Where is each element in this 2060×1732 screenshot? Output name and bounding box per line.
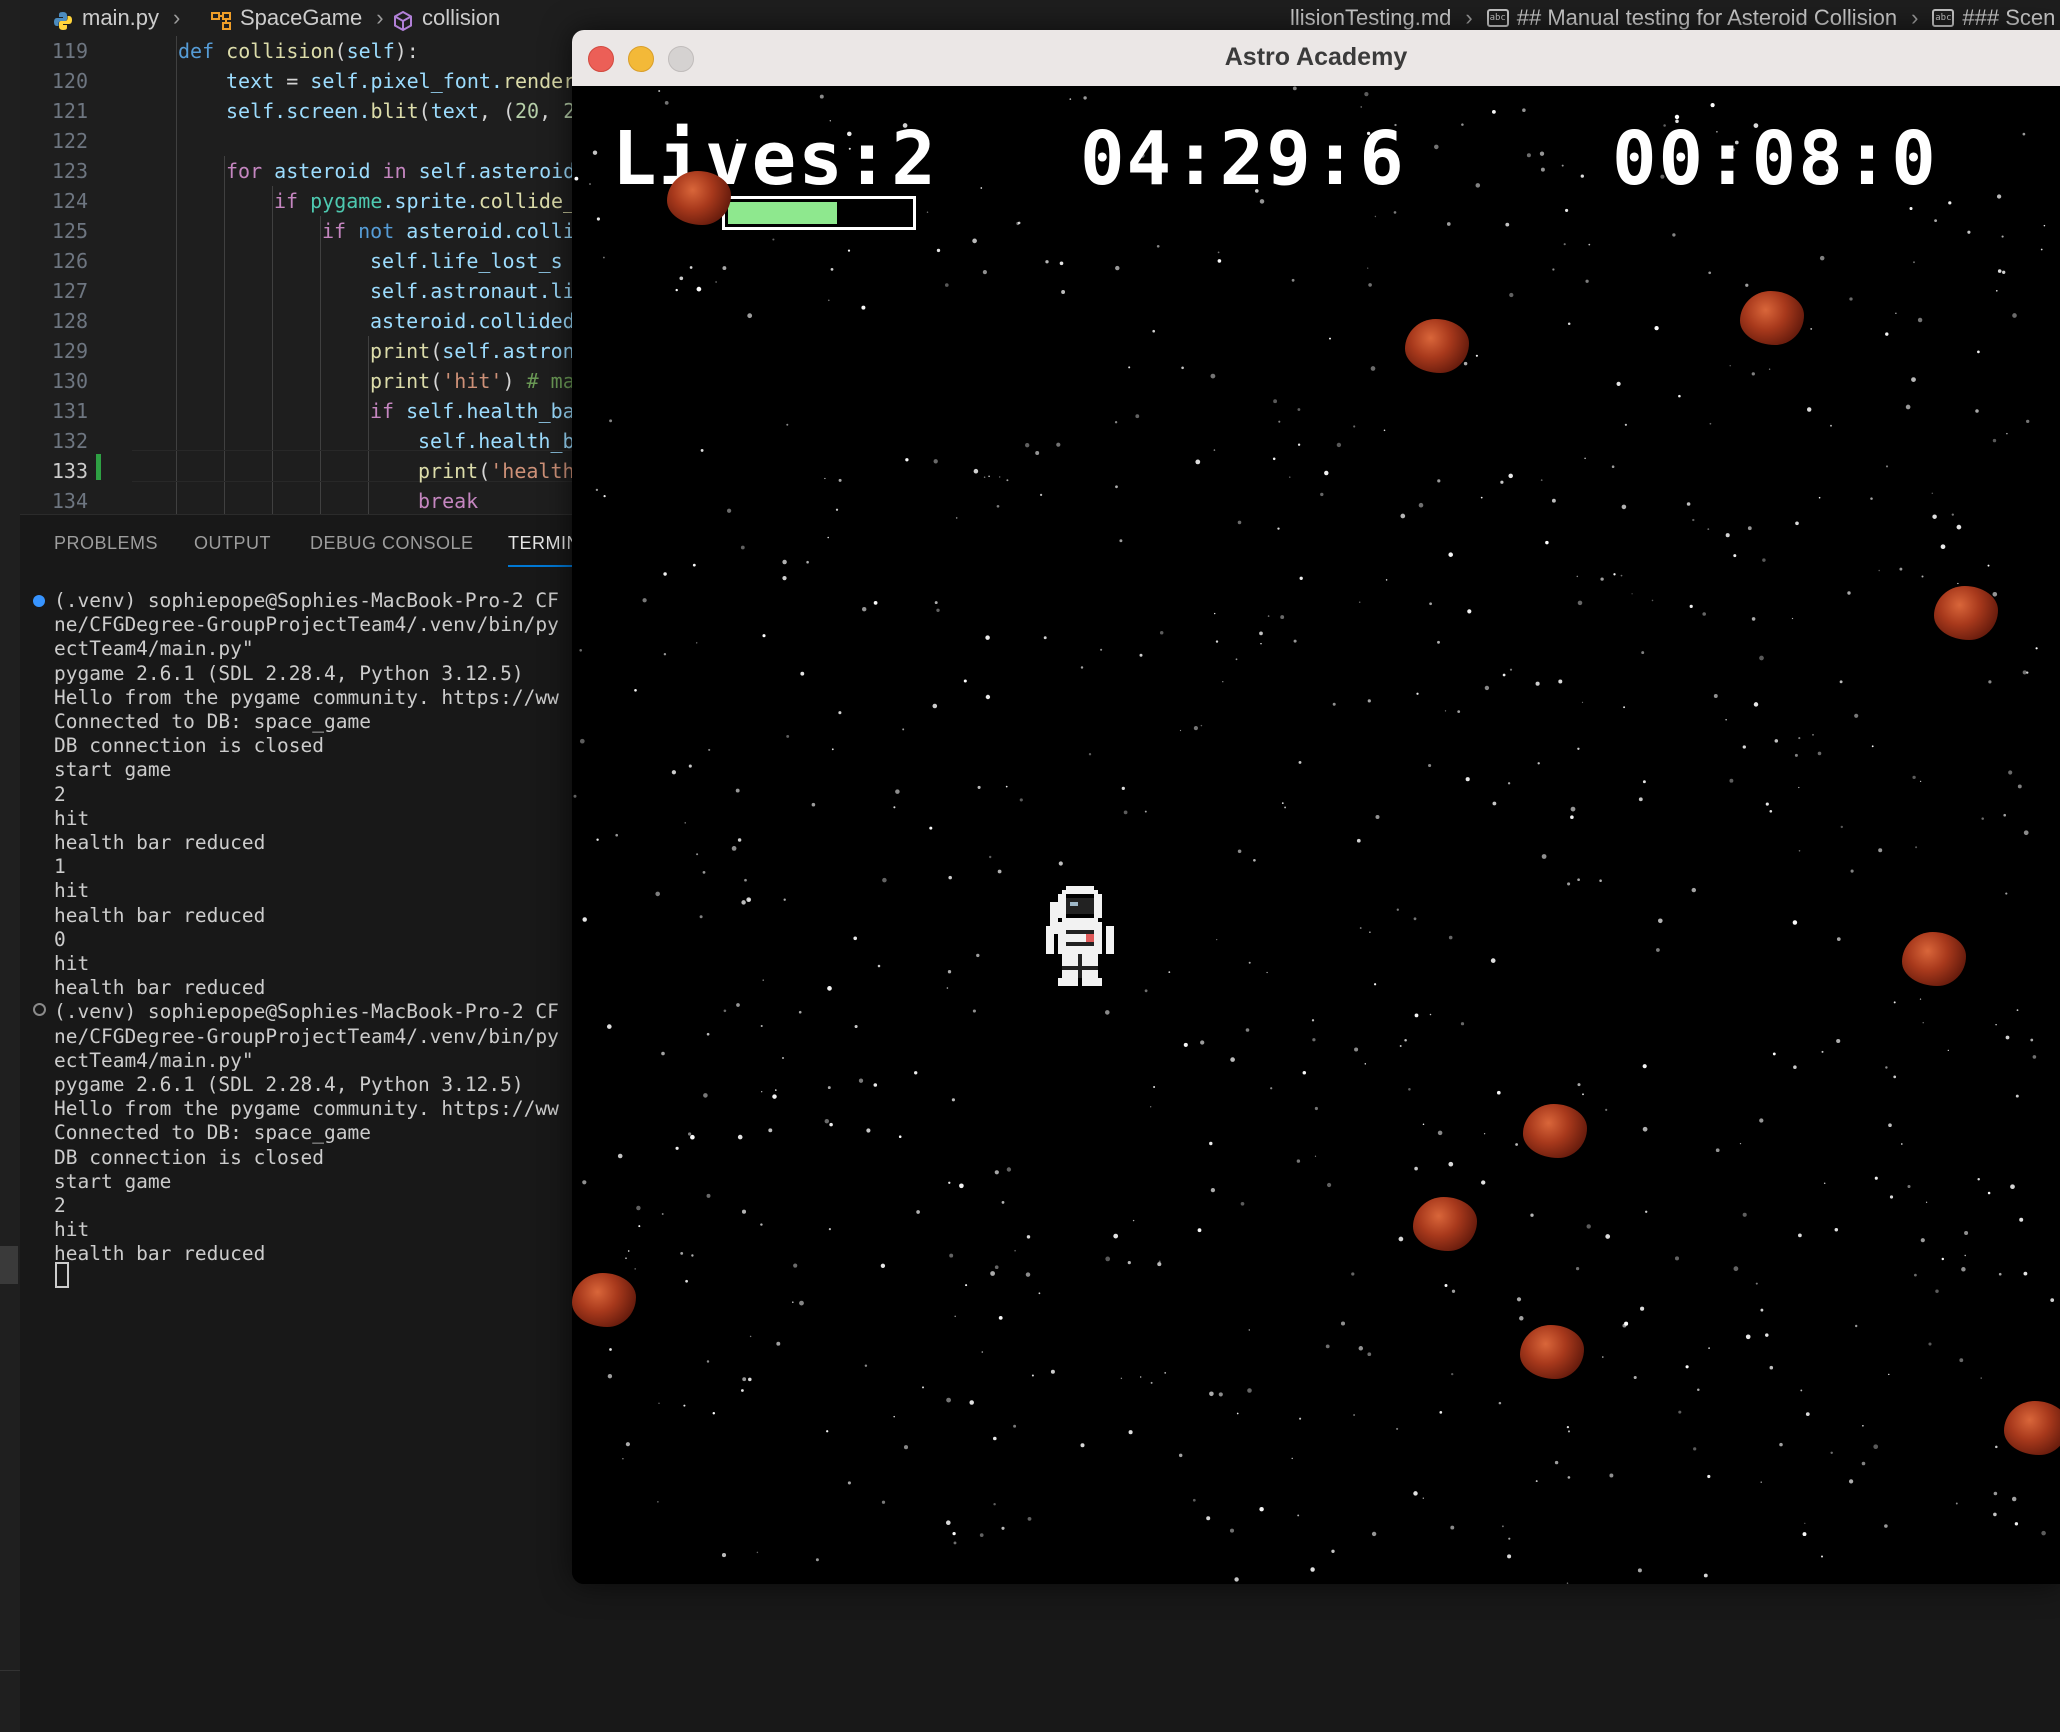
window-titlebar[interactable]: Astro Academy [572, 30, 2060, 87]
chevron-right-icon: › [173, 5, 181, 30]
asteroid [1413, 1197, 1477, 1251]
terminal-line: 0 [54, 927, 66, 951]
asteroid [572, 1273, 636, 1327]
command-pending-dot[interactable] [33, 1003, 46, 1016]
heading-icon: abc [1486, 9, 1509, 27]
terminal-line: 2 [54, 1194, 66, 1217]
asteroid [2004, 1401, 2060, 1455]
terminal-line: pygame 2.6.1 (SDL 2.28.4, Python 3.12.5) [54, 661, 524, 685]
terminal-line: ectTeam4/main.py" [54, 637, 254, 661]
terminal-line: Connected to DB: space_game [54, 710, 371, 733]
lives-counter: Lives:2 [612, 116, 938, 202]
terminal-line: Hello from the pygame community. https:/… [54, 685, 559, 709]
terminal-line: ne/CFGDegree-GroupProjectTeam4/.venv/bin… [54, 1024, 559, 1048]
activity-indicator [0, 1246, 18, 1284]
asteroid [1902, 932, 1966, 986]
panel-tabs: PROBLEMS OUTPUT DEBUG CONSOLE TERMIN [20, 514, 600, 571]
code-editor[interactable]: 119 def collision(self): 120 text = self.p… [20, 36, 580, 514]
breadcrumb-file[interactable]: main.py › [52, 0, 186, 36]
asteroid [1740, 291, 1804, 345]
terminal-line: health bar reduced [54, 976, 266, 1000]
health-bar [722, 196, 916, 230]
window-title: Astro Academy [1224, 43, 1408, 71]
game-canvas[interactable]: Lives:2 04:29:6 00:08:0 [572, 86, 2060, 1584]
game-timer: 04:29:6 [1080, 116, 1406, 202]
tab-terminal[interactable]: TERMIN [508, 533, 580, 554]
terminal-line: hit [54, 879, 90, 903]
terminal-line: start game [54, 758, 172, 782]
terminal-line: ectTeam4/main.py" [54, 1048, 254, 1072]
terminal-line: 1 [54, 855, 66, 879]
terminal-line: health bar reduced [54, 831, 266, 854]
terminal-line: (.venv) sophiepope@Sophies-MacBook-Pro-2… [54, 1000, 559, 1024]
breadcrumb-method-label: collision [422, 5, 501, 30]
breadcrumb-class-label: SpaceGame [240, 5, 363, 30]
indent-guide [368, 336, 369, 514]
terminal-cursor [55, 1262, 69, 1288]
activity-divider [0, 1670, 20, 1671]
terminal-line: DB connection is closed [54, 1145, 325, 1169]
terminal-line: pygame 2.6.1 (SDL 2.28.4, Python 3.12.5) [54, 1073, 524, 1096]
breadcrumb-file-label: main.py [82, 5, 160, 30]
game-window[interactable]: Astro Academy Lives:2 04:29:6 00:08:0 [572, 30, 2060, 1584]
class-icon [210, 7, 232, 30]
method-icon [392, 7, 414, 32]
activity-bar [0, 0, 21, 1732]
terminal-line: hit [54, 952, 90, 975]
asteroid [667, 171, 731, 225]
terminal-line: hit [54, 1218, 90, 1242]
tab-output[interactable]: OUTPUT [194, 533, 271, 554]
asteroid [1934, 586, 1998, 640]
terminal-line: Hello from the pygame community. https:/… [54, 1097, 559, 1121]
breadcrumb-class[interactable]: SpaceGame › [210, 0, 390, 36]
command-success-dot[interactable] [33, 595, 45, 607]
heading-icon: abc [1932, 9, 1955, 27]
tab-debug-console[interactable]: DEBUG CONSOLE [310, 533, 474, 554]
game-hud: Lives:2 04:29:6 00:08:0 [612, 116, 1936, 546]
astronaut-sprite [1046, 886, 1114, 986]
git-modified-indicator [96, 454, 101, 480]
health-bar-fill [728, 202, 837, 224]
python-icon [52, 7, 74, 30]
tab-problems[interactable]: PROBLEMS [54, 533, 158, 554]
terminal-line: DB connection is closed [54, 734, 325, 758]
asteroid [1520, 1325, 1584, 1379]
indent-guide [176, 36, 177, 514]
terminal-line: health bar reduced [54, 903, 266, 927]
asteroid [1523, 1104, 1587, 1158]
terminal-line: Connected to DB: space_game [54, 1121, 371, 1145]
breadcrumb-method[interactable]: collision [392, 0, 500, 36]
terminal-line: 2 [54, 782, 66, 806]
terminal-line: health bar reduced [54, 1242, 266, 1266]
terminal[interactable]: (.venv) sophiepope@Sophies-MacBook-Pro-2… [20, 570, 580, 1732]
terminal-line: ne/CFGDegree-GroupProjectTeam4/.venv/bin… [54, 613, 559, 637]
elapsed-timer: 00:08:0 [1612, 116, 1938, 202]
terminal-line: hit [54, 806, 90, 830]
terminal-line: (.venv) sophiepope@Sophies-MacBook-Pro-2… [54, 589, 559, 612]
asteroid [1405, 319, 1469, 373]
chevron-right-icon: › [376, 5, 384, 30]
terminal-line: start game [54, 1169, 172, 1193]
